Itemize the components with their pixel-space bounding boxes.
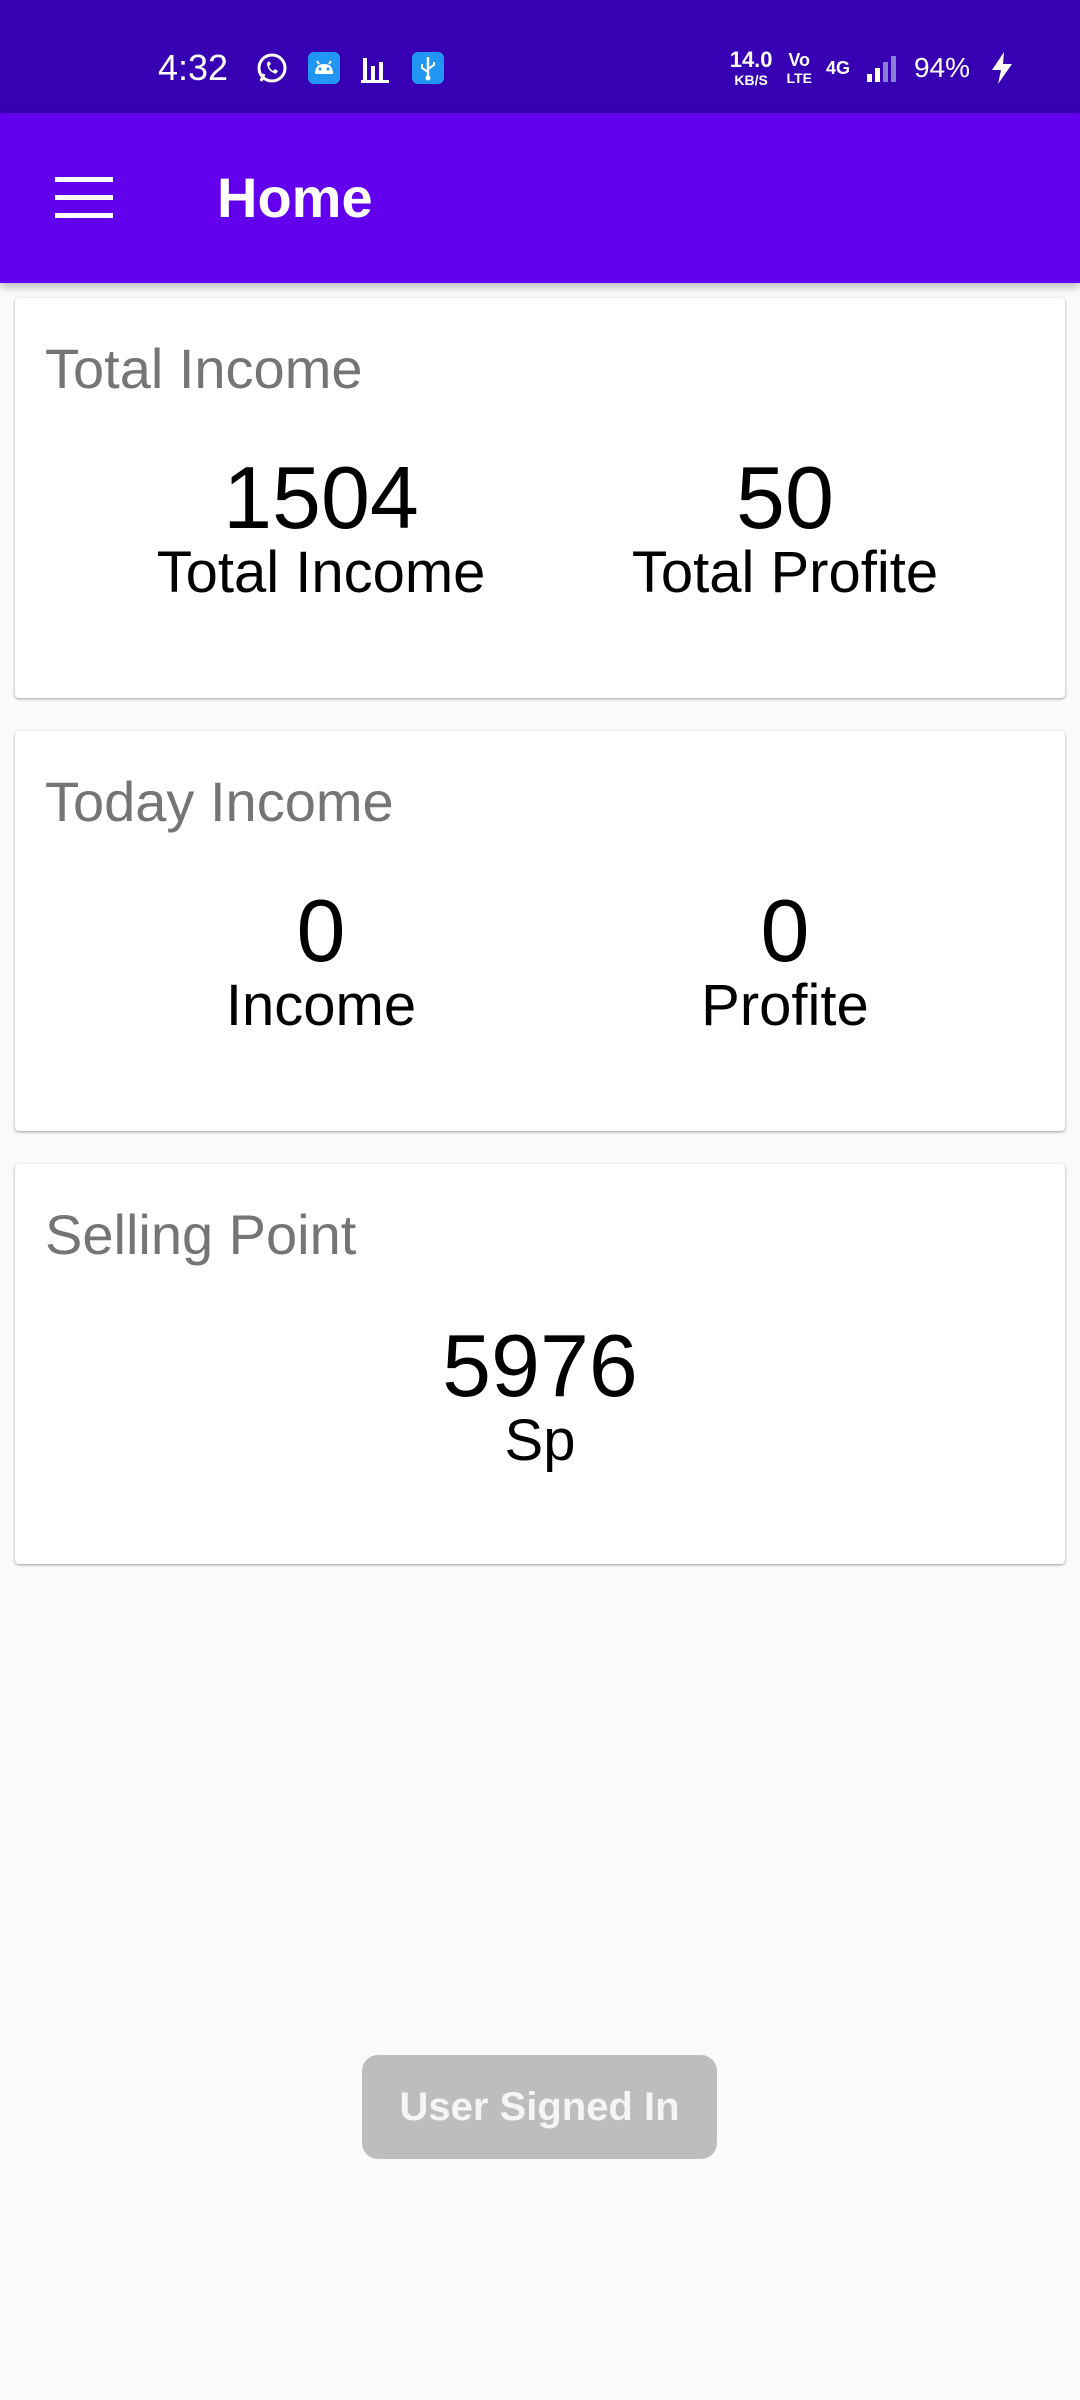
- network-speed-value: 14.0: [729, 47, 773, 72]
- selling-point-stat: 5976 Sp: [310, 1316, 770, 1474]
- status-bar: 4:32 14.0 KB/S Vo LTE 4G 94%: [0, 0, 1080, 113]
- total-income-card: Total Income 1504 Total Income 50 Total …: [15, 298, 1065, 698]
- charging-icon: [984, 50, 1020, 86]
- android-icon: [306, 50, 342, 86]
- system-indicators: 14.0 KB/S Vo LTE 4G 94%: [730, 48, 1020, 88]
- card-title: Total Income: [45, 337, 363, 400]
- stat-label: Total Income: [156, 540, 486, 605]
- volte-top: Vo: [788, 50, 811, 70]
- stat-value: 50: [736, 448, 834, 547]
- stat-value: 0: [296, 881, 346, 980]
- page-title: Home: [217, 166, 373, 229]
- network-speed-unit: KB/S: [734, 72, 768, 88]
- stat-label: Profite: [701, 973, 869, 1038]
- menu-button[interactable]: [36, 158, 132, 238]
- user-signed-in-button[interactable]: User Signed In: [362, 2055, 717, 2159]
- signal-strength-icon: [864, 50, 900, 86]
- today-profit-stat: 0 Profite: [555, 881, 1015, 1039]
- stat-value: 1504: [223, 448, 419, 547]
- card-title: Today Income: [45, 770, 394, 833]
- network-speed: 14.0 KB/S: [729, 47, 773, 88]
- bar-chart-icon: [358, 50, 394, 86]
- app-bar: Home: [0, 113, 1080, 283]
- hamburger-menu-icon: [55, 177, 113, 218]
- selling-point-card: Selling Point 5976 Sp: [15, 1164, 1065, 1564]
- total-income-stat: 1504 Total Income: [91, 448, 551, 606]
- status-time: 4:32: [158, 47, 229, 88]
- today-income-stat: 0 Income: [91, 881, 551, 1039]
- volte-bottom: LTE: [786, 70, 812, 86]
- total-profit-stat: 50 Total Profite: [555, 448, 1015, 606]
- stat-value: 0: [760, 881, 810, 980]
- stat-value: 5976: [442, 1316, 638, 1415]
- battery-percent: 94%: [913, 52, 970, 83]
- stat-label: Sp: [504, 1408, 576, 1473]
- card-title: Selling Point: [45, 1203, 357, 1266]
- stat-label: Total Profite: [631, 540, 939, 605]
- today-income-card: Today Income 0 Income 0 Profite: [15, 731, 1065, 1131]
- whatsapp-icon: [254, 50, 290, 86]
- notification-icons: [254, 48, 446, 88]
- volte-indicator: Vo LTE: [787, 51, 812, 85]
- stat-label: Income: [225, 973, 417, 1038]
- network-type: 4G: [825, 57, 850, 78]
- usb-icon: [410, 50, 446, 86]
